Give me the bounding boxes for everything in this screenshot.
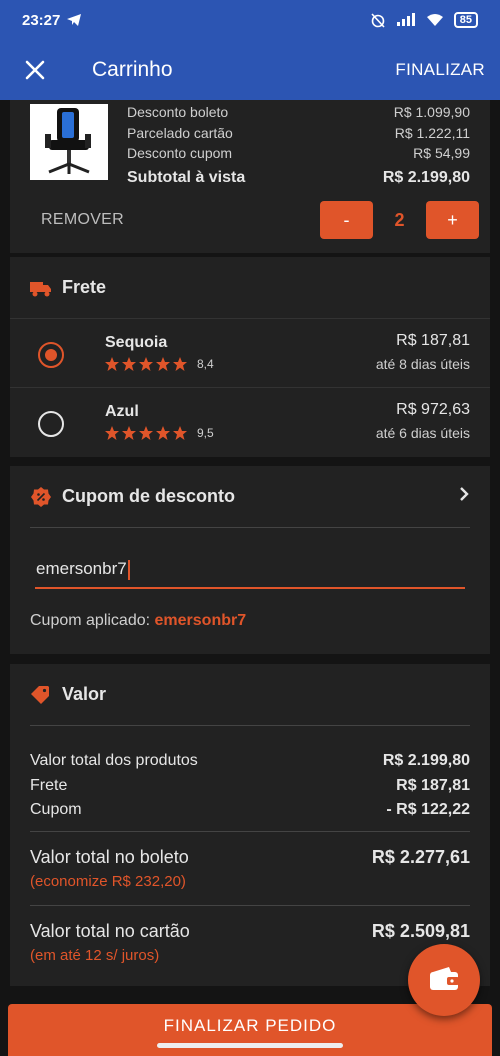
total-row: Frete R$ 187,81 (30, 776, 470, 794)
battery-icon: 85 (453, 12, 478, 28)
total-row: Cupom - R$ 122,22 (30, 801, 470, 819)
quantity-value: 2 (394, 209, 405, 230)
price-tag-icon (30, 684, 52, 706)
coupon-applied-code: emersonbr7 (154, 612, 247, 629)
star-icon (105, 426, 119, 440)
gesture-nav-handle[interactable] (157, 1043, 343, 1048)
half-star-icon (173, 357, 187, 371)
product-image[interactable] (30, 104, 108, 180)
rating-value: 9,5 (197, 426, 214, 440)
close-icon (25, 60, 45, 80)
boleto-total: Valor total no boleto R$ 2.277,61 (econo… (30, 831, 470, 905)
wallet-fab-button[interactable] (408, 944, 480, 1016)
price-row: Desconto boleto R$ 1.099,90 (127, 104, 470, 121)
increase-quantity-button[interactable]: + (426, 201, 479, 239)
shipping-eta: até 8 dias úteis (375, 356, 470, 372)
coupon-header[interactable]: Cupom de desconto (30, 466, 470, 528)
shipping-price: R$ 187,81 (396, 332, 470, 349)
page-title: Carrinho (92, 58, 173, 81)
coupon-badge-icon (30, 486, 52, 508)
telegram-icon (67, 14, 82, 26)
rating-stars: 8,4 (104, 356, 214, 372)
signal-icon (396, 13, 415, 26)
radio-selected[interactable] (38, 342, 64, 368)
rating-value: 8,4 (197, 357, 214, 371)
coupon-input[interactable]: emersonbr7 (35, 551, 465, 589)
total-breakdown: Valor total dos produtos R$ 2.199,80 Fret… (30, 749, 470, 823)
radio-unselected[interactable] (38, 411, 64, 437)
shipping-header: Frete (10, 257, 490, 319)
star-icon (139, 357, 153, 371)
finalize-order-button[interactable]: FINALIZAR PEDIDO (8, 1004, 492, 1056)
gaming-chair-image (45, 108, 91, 174)
total-row: Valor total dos produtos R$ 2.199,80 (30, 752, 470, 770)
shipping-option-sequoia[interactable]: Sequoia 8,4 R$ 187,81 até 8 dias úteis (10, 319, 490, 388)
star-icon (156, 426, 170, 440)
truck-icon (30, 277, 52, 299)
status-time: 23:27 (22, 12, 82, 29)
decrease-quantity-button[interactable]: - (320, 201, 373, 239)
price-row: Parcelado cartão R$ 1.222,11 (127, 124, 470, 141)
coupon-card: Cupom de desconto emersonbr7 Cupom aplic… (10, 466, 490, 654)
status-bar: 23:27 85 (0, 0, 500, 40)
coupon-applied-text: Cupom aplicado: emersonbr7 (30, 612, 247, 629)
star-icon (105, 357, 119, 371)
star-icon (156, 357, 170, 371)
product-card: Desconto boleto R$ 1.099,90 Parcelado car… (10, 100, 490, 253)
total-card: Valor Valor total dos produtos R$ 2.199,8… (10, 664, 490, 986)
quantity-stepper: - 2 + (320, 201, 479, 239)
star-icon (122, 357, 136, 371)
wifi-icon (426, 14, 443, 26)
shipping-option-azul[interactable]: Azul 9,5 R$ 972,63 até 6 dias úteis (10, 388, 490, 457)
shipping-price: R$ 972,63 (396, 401, 470, 418)
rating-stars: 9,5 (104, 425, 214, 441)
total-header: Valor (30, 664, 470, 726)
alarm-off-icon (371, 13, 385, 28)
half-star-icon (173, 426, 187, 440)
subtotal-row: Subtotal à vista R$ 2.199,80 (127, 168, 470, 186)
app-bar: Carrinho FINALIZAR (0, 40, 500, 100)
star-icon (122, 426, 136, 440)
wallet-icon (430, 967, 459, 990)
product-price-list: Desconto boleto R$ 1.099,90 Parcelado car… (127, 102, 470, 190)
finalize-action-button[interactable]: FINALIZAR (395, 60, 485, 80)
status-icons: 85 (370, 12, 478, 28)
price-row: Desconto cupom R$ 54,99 (127, 145, 470, 162)
close-button[interactable] (0, 40, 70, 100)
remove-button[interactable]: REMOVER (41, 211, 124, 229)
shipping-card: Frete Sequoia 8,4 R$ 187,81 até 8 dias ú… (10, 257, 490, 457)
star-icon (139, 426, 153, 440)
card-total: Valor total no cartão R$ 2.509,81 (em at… (30, 905, 470, 979)
chevron-right-icon (458, 485, 470, 508)
shipping-eta: até 6 dias úteis (375, 425, 470, 441)
text-caret (127, 559, 130, 580)
